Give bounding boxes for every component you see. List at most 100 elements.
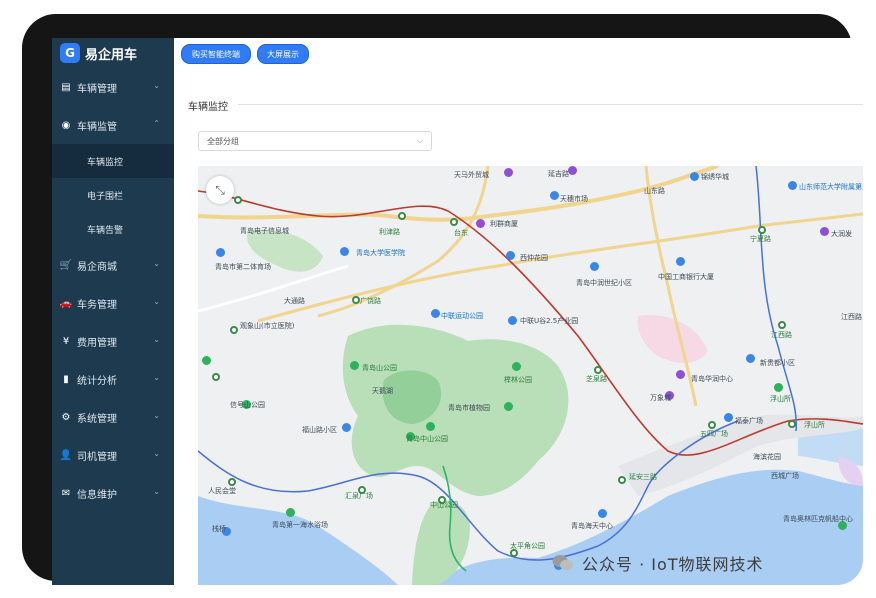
sidebar-subitem-1-0[interactable]: 车辆监控	[52, 144, 174, 178]
map-place-label: 青岛奥林匹克帆船中心	[783, 515, 853, 523]
group-select[interactable]: 全部分组 ⌵	[198, 131, 432, 151]
map-place-label: 中山公园	[430, 501, 458, 509]
group-select-value: 全部分组	[207, 136, 239, 146]
sidebar-item-7[interactable]: 👤 司机管理 ⌄	[52, 436, 174, 474]
sidebar-subitem-1-1[interactable]: 电子围栏	[52, 178, 174, 212]
poi-pin-icon[interactable]	[746, 354, 755, 363]
poi-pin-icon[interactable]	[504, 402, 513, 411]
poi-pin-icon[interactable]	[340, 247, 349, 256]
sidebar-item-8[interactable]: ✉ 信息维护 ⌄	[52, 474, 174, 512]
poi-pin-icon[interactable]	[590, 262, 599, 271]
chevron-down-icon: ⌄	[153, 259, 160, 268]
chevron-down-icon: ⌄	[153, 373, 160, 382]
map-place-label: 新贵都小区	[760, 359, 795, 367]
map-place-label: 大润发	[831, 230, 852, 238]
sidebar-item-4[interactable]: ¥ 费用管理 ⌄	[52, 322, 174, 360]
chevron-down-icon: ⌵	[416, 136, 423, 145]
app-logo: G 易企用车	[52, 38, 174, 68]
location-icon: ◉	[61, 119, 71, 131]
map-place-label: 宁夏路	[750, 235, 771, 243]
buy-terminal-button[interactable]: 购买智能终端	[181, 44, 251, 64]
poi-pin-icon[interactable]	[676, 257, 685, 266]
sidebar-item-label: 易企商城	[77, 261, 117, 273]
chevron-down-icon: ⌄	[153, 81, 160, 90]
map-place-label: 人民会堂	[208, 487, 236, 495]
poi-pin-icon[interactable]	[426, 422, 435, 431]
wechat-icon	[552, 555, 573, 571]
poi-pin-icon[interactable]	[431, 309, 440, 318]
metro-station-icon	[708, 421, 716, 429]
map-place-label: 青岛华润中心	[691, 375, 733, 383]
poi-pin-icon[interactable]	[598, 509, 607, 518]
bar-chart-icon: ▮	[63, 373, 69, 385]
map-place-label: 天鹅湖	[372, 387, 393, 395]
watermark-text: 公众号 · IoT物联网技术	[582, 555, 764, 574]
map-place-label: 广饶路	[360, 297, 381, 305]
map-place-label: 太平角公园	[510, 542, 545, 550]
app-window: G 易企用车 ▤ 车辆管理 ⌄ ◉ 车辆监管 ⌃ 车辆监控 电子围栏 车辆告警 🛒 易企商城 ⌄ 🚗 车务…	[52, 38, 863, 585]
poi-pin-icon[interactable]	[676, 370, 685, 379]
poi-pin-icon[interactable]	[788, 181, 797, 190]
poi-pin-icon[interactable]	[724, 413, 733, 422]
sidebar-item-1[interactable]: ◉ 车辆监管 ⌃	[52, 106, 174, 144]
map-place-label: 青岛中润世纪小区	[576, 279, 632, 287]
logo-icon: G	[60, 43, 80, 63]
sidebar-nav: ▤ 车辆管理 ⌄ ◉ 车辆监管 ⌃ 车辆监控 电子围栏 车辆告警 🛒 易企商城 ⌄ 🚗 车务管理 ⌄ ¥ 费用管…	[52, 68, 174, 512]
map-place-label: 芝泉路	[586, 375, 607, 383]
map-place-label: 万象城	[650, 394, 671, 402]
fullscreen-toggle-button[interactable]: ⤡	[206, 176, 234, 204]
sidebar-item-3[interactable]: 🚗 车务管理 ⌄	[52, 284, 174, 322]
map-place-label: 五四广场	[700, 430, 728, 438]
sidebar-item-2[interactable]: 🛒 易企商城 ⌄	[52, 246, 174, 284]
metro-station-icon	[450, 218, 458, 226]
map-place-label: 西仲花园	[520, 254, 548, 262]
map-place-label: 台东	[454, 229, 468, 237]
poi-pin-icon[interactable]	[504, 168, 513, 177]
poi-pin-icon[interactable]	[568, 166, 577, 175]
map-place-label: 中联运动公园	[441, 312, 483, 320]
sidebar-item-6[interactable]: ⚙ 系统管理 ⌄	[52, 398, 174, 436]
sidebar-subitem-1-2[interactable]: 车辆告警	[52, 212, 174, 246]
metro-station-icon	[778, 321, 786, 329]
poi-pin-icon[interactable]	[690, 172, 699, 181]
cart-icon: 🛒	[59, 259, 73, 271]
section-title: 车辆监控	[188, 102, 228, 113]
poi-pin-icon[interactable]	[286, 508, 295, 517]
map-place-label: 利津路	[379, 228, 400, 236]
map-place-label: 山东师范大学附属第五十一中学	[799, 183, 863, 191]
fullscreen-icon: ⤡	[215, 182, 225, 197]
poi-pin-icon[interactable]	[216, 248, 225, 257]
sidebar-item-0[interactable]: ▤ 车辆管理 ⌄	[52, 68, 174, 106]
vehicle-map[interactable]: 天马外贸城 延吉路 锦绣华城山东路 山东师范大学附属第五十一中学天穗市场台东 利群商厦宁…	[198, 166, 863, 585]
map-place-label: 青岛大学医学院	[356, 249, 405, 257]
map-place-label: 青岛第一海水浴场	[272, 521, 328, 529]
map-place-label: 青岛山公园	[362, 364, 397, 372]
metro-station-icon	[212, 373, 220, 381]
poi-pin-icon[interactable]	[342, 423, 351, 432]
big-screen-button[interactable]: 大屏展示	[257, 44, 309, 64]
map-place-label: 山东路	[644, 187, 665, 195]
poi-pin-icon[interactable]	[820, 227, 829, 236]
metro-station-icon	[594, 366, 602, 374]
map-place-label: 中联U谷2.5产业园	[520, 317, 579, 325]
vehicle-doc-icon: ▤	[61, 81, 71, 93]
map-place-label: 西城广场	[771, 472, 799, 480]
person-icon: 👤	[59, 449, 73, 461]
chevron-down-icon: ⌄	[153, 449, 160, 458]
poi-pin-icon[interactable]	[508, 316, 517, 325]
poi-pin-icon[interactable]	[350, 361, 359, 370]
poi-pin-icon[interactable]	[202, 356, 211, 365]
poi-pin-icon[interactable]	[506, 251, 515, 260]
chevron-down-icon: ⌄	[153, 487, 160, 496]
map-place-label: 汇泉广场	[345, 492, 373, 500]
car-icon: 🚗	[59, 297, 73, 309]
poi-pin-icon[interactable]	[512, 362, 521, 371]
poi-pin-icon[interactable]	[774, 383, 783, 392]
poi-pin-icon[interactable]	[476, 219, 485, 228]
map-place-label: 海滨花园	[753, 453, 781, 461]
metro-station-icon	[618, 476, 626, 484]
map-place-label: 青岛海天中心	[571, 522, 613, 530]
sidebar-item-5[interactable]: ▮ 统计分析 ⌄	[52, 360, 174, 398]
metro-station-icon	[234, 196, 242, 204]
poi-pin-icon[interactable]	[550, 191, 559, 200]
